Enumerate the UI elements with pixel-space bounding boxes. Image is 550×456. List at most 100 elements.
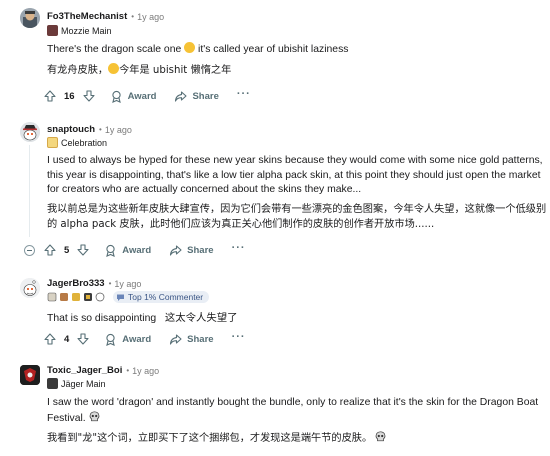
more-options-button[interactable]: ··· (232, 242, 246, 254)
paragraph-text: I used to always be hyped for these new … (47, 155, 543, 196)
flair-text: Jäger Main (61, 378, 106, 389)
timestamp: 1y ago (114, 278, 142, 289)
award-icon (106, 333, 116, 346)
paragraph-text: 我看到"龙"这个词，立即买下了这个捆绑包，才发现这是端午节的皮肤。 (47, 433, 373, 444)
comment-paragraph: I saw the word 'dragon' and instantly bo… (47, 396, 547, 426)
comment-actions: 4 Award Share ··· (43, 330, 246, 348)
vote-count: 16 (64, 90, 75, 102)
username[interactable]: Fo3TheMechanist (47, 11, 127, 22)
jager-avatar-icon (20, 365, 40, 385)
award-icon (106, 244, 116, 257)
timestamp: 1y ago (132, 365, 160, 376)
snoo-avatar-icon (20, 122, 40, 142)
flair-text: Celebration (61, 137, 108, 148)
achievement-badge-icon[interactable] (71, 292, 81, 302)
share-icon (170, 333, 182, 345)
separator-dot: • (108, 279, 112, 288)
user-achievements: Top 1% Commenter (47, 291, 210, 303)
achievement-badge-icon[interactable] (95, 292, 105, 302)
skull-emoji-icon (89, 411, 99, 421)
share-button[interactable]: Share (169, 333, 214, 346)
share-button[interactable]: Share (174, 90, 219, 103)
separator-dot: • (131, 12, 135, 21)
comment-icon (117, 294, 124, 301)
award-button[interactable]: Award (110, 90, 157, 103)
thread-line[interactable] (29, 145, 30, 237)
vote-count: 4 (64, 333, 70, 345)
comment-actions: 16 Award Share ··· (43, 87, 251, 105)
collapse-thread-button[interactable] (24, 245, 35, 256)
paragraph-text-after: it's called year of ubishit laziness (195, 44, 349, 55)
jager-flair-icon (47, 378, 58, 389)
vote-group: 4 (43, 332, 90, 346)
share-icon (170, 244, 182, 256)
comment-actions: 5 Award Share ··· (43, 241, 246, 259)
award-icon (111, 90, 121, 103)
upvote-icon[interactable] (43, 89, 57, 103)
achievement-badge-icon[interactable] (47, 292, 57, 302)
award-label: Award (127, 90, 157, 102)
vote-group: 16 (43, 89, 96, 103)
award-label: Award (122, 333, 152, 345)
skull-emoji-icon (376, 431, 386, 442)
upvote-icon[interactable] (43, 243, 57, 257)
user-flair: Jäger Main (47, 378, 106, 389)
comment-paragraph-zh: 我以前总是为这些新年皮肤大肆宣传，因为它们会带有一些漂亮的金色图案，今年令人失望… (47, 203, 547, 232)
separator-dot: • (126, 366, 130, 375)
flair-text: Mozzie Main (61, 25, 112, 36)
avatar-image-icon (20, 8, 40, 28)
award-label: Award (122, 244, 152, 256)
comment-paragraph: There's the dragon scale one it's called… (47, 42, 547, 58)
vote-count: 5 (64, 244, 70, 256)
share-label: Share (187, 244, 214, 256)
achievement-badge-icon[interactable] (59, 292, 69, 302)
vote-group: 5 (43, 243, 90, 257)
downvote-icon[interactable] (76, 243, 90, 257)
paragraph-text: I saw the word 'dragon' and instantly bo… (47, 397, 539, 424)
downvote-icon[interactable] (82, 89, 96, 103)
share-label: Share (187, 333, 214, 345)
username[interactable]: Toxic_Jager_Boi (47, 365, 122, 376)
paragraph-text: That is so disappointing 这太令人失望了 (47, 313, 238, 324)
comment-header: Toxic_Jager_Boi • 1y ago (47, 365, 159, 376)
timestamp: 1y ago (137, 11, 165, 22)
upvote-icon[interactable] (43, 332, 57, 346)
username[interactable]: snaptouch (47, 124, 95, 135)
more-options-button[interactable]: ··· (232, 331, 246, 343)
more-options-button[interactable]: ··· (237, 88, 251, 100)
comment-paragraph: That is so disappointing 这太令人失望了 (47, 312, 547, 327)
grimace-emoji-icon (108, 63, 120, 74)
paragraph-text: 有龙舟皮肤， (47, 65, 109, 76)
user-avatar[interactable] (20, 122, 40, 142)
comment-paragraph-zh: 我看到"龙"这个词，立即买下了这个捆绑包，才发现这是端午节的皮肤。 (47, 431, 547, 447)
top-commenter-badge[interactable]: Top 1% Commenter (113, 291, 210, 303)
user-flair: Celebration (47, 137, 107, 148)
share-icon (175, 90, 188, 102)
user-flair: Mozzie Main (47, 25, 112, 36)
comment-paragraph-zh: 有龙舟皮肤， 今年是 ubishit 懒惰之年 (47, 63, 547, 79)
award-button[interactable]: Award (104, 244, 151, 257)
username[interactable]: JagerBro333 (47, 278, 105, 289)
paragraph-text-after: 今年是 ubishit 懒惰之年 (119, 65, 232, 76)
timestamp: 1y ago (104, 124, 132, 135)
mozzie-flair-icon (47, 25, 58, 36)
comment-header: JagerBro333 • 1y ago (47, 278, 141, 289)
award-button[interactable]: Award (104, 333, 151, 346)
share-button[interactable]: Share (169, 244, 214, 257)
user-avatar[interactable] (20, 278, 40, 298)
share-label: Share (192, 90, 219, 102)
comment-header: Fo3TheMechanist • 1y ago (47, 11, 164, 22)
comment-paragraph: I used to always be hyped for these new … (47, 154, 547, 198)
user-avatar[interactable] (20, 365, 40, 385)
celebration-flair-icon (47, 137, 58, 148)
grimace-emoji-icon (184, 42, 196, 53)
separator-dot: • (99, 125, 102, 134)
user-avatar[interactable] (20, 8, 40, 28)
paragraph-text: 我以前总是为这些新年皮肤大肆宣传，因为它们会带有一些漂亮的金色图案，今年令人失望… (47, 204, 547, 230)
downvote-icon[interactable] (76, 332, 90, 346)
achievement-badge-icon[interactable] (83, 292, 93, 302)
pill-text: Top 1% Commenter (128, 292, 204, 302)
snoo-avatar-icon (20, 278, 40, 298)
paragraph-text: There's the dragon scale one (47, 44, 182, 55)
comment-header: snaptouch • 1y ago (47, 124, 132, 135)
